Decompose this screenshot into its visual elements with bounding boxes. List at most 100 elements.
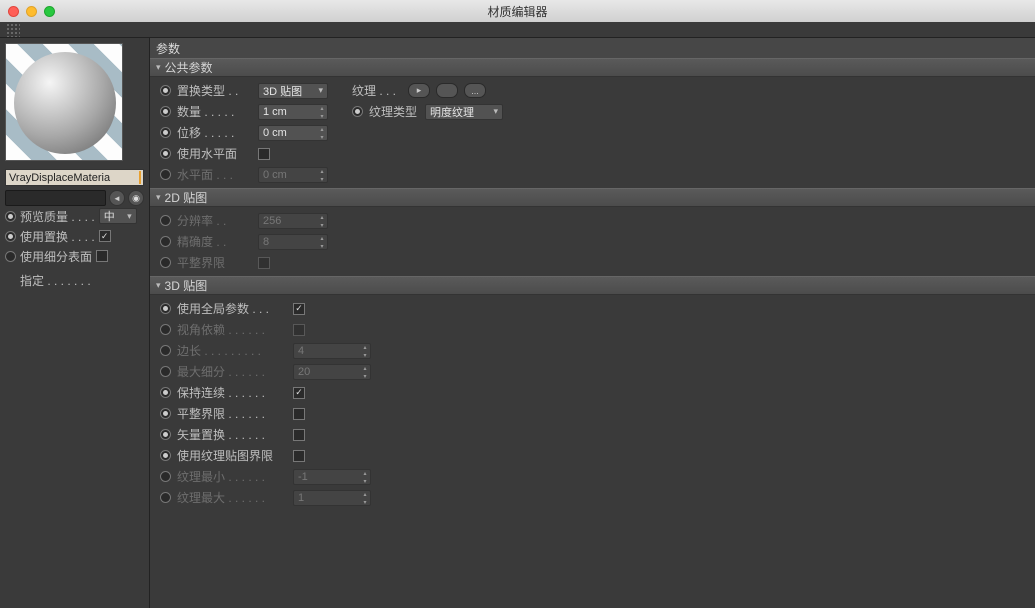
- precision-input: 8: [258, 234, 328, 250]
- preview-quality-radio[interactable]: [5, 211, 16, 222]
- tight-bounds-3d-label: 平整界限 . . . . . .: [177, 405, 287, 422]
- prev-button[interactable]: [109, 190, 125, 206]
- max-subdiv-radio: [160, 366, 171, 377]
- use-global-radio[interactable]: [160, 303, 171, 314]
- search-input[interactable]: [5, 190, 106, 206]
- use-subdiv-checkbox[interactable]: [96, 250, 108, 262]
- group-2d-title: 2D 贴图: [165, 189, 208, 206]
- water-level-input: 0 cm: [258, 167, 328, 183]
- use-displace-radio[interactable]: [5, 231, 16, 242]
- vector-disp-label: 矢量置换 . . . . . .: [177, 426, 287, 443]
- texture-browse-button[interactable]: [464, 83, 486, 98]
- amount-input[interactable]: 1 cm: [258, 104, 328, 120]
- material-name-input[interactable]: VrayDisplaceMateria: [5, 169, 144, 186]
- displace-type-radio[interactable]: [160, 85, 171, 96]
- texture-label: 纹理 . . .: [352, 82, 402, 99]
- spinner-icon: [317, 235, 327, 249]
- precision-label: 精确度 . .: [177, 233, 252, 250]
- keep-cont-checkbox[interactable]: [293, 387, 305, 399]
- max-subdiv-input: 20: [293, 364, 371, 380]
- spinner-icon: [317, 214, 327, 228]
- spinner-icon[interactable]: [317, 105, 327, 119]
- view-dep-checkbox: [293, 324, 305, 336]
- spinner-icon[interactable]: [317, 126, 327, 140]
- material-preview[interactable]: [5, 43, 123, 161]
- shift-value: 0 cm: [263, 127, 287, 139]
- use-tex-bounds-checkbox[interactable]: [293, 450, 305, 462]
- max-subdiv-value: 20: [298, 366, 310, 378]
- assign-label[interactable]: 指定 . . . . . . .: [0, 266, 149, 289]
- displace-type-dropdown[interactable]: 3D 贴图: [258, 83, 328, 99]
- tight-bounds-2d-radio: [160, 257, 171, 268]
- group-3d-title: 3D 贴图: [165, 277, 208, 294]
- panel-title: 参数: [150, 38, 1035, 58]
- titlebar: 材质编辑器: [0, 0, 1035, 22]
- shift-radio[interactable]: [160, 127, 171, 138]
- texture-arrow-button[interactable]: [408, 83, 430, 98]
- group-2d-body: 分辨率 . . 256 精确度 . . 8 平整界限: [150, 207, 1035, 276]
- edge-len-radio: [160, 345, 171, 356]
- use-displace-label: 使用置换 . . . .: [20, 228, 95, 245]
- keep-cont-radio[interactable]: [160, 387, 171, 398]
- water-level-value: 0 cm: [263, 169, 287, 181]
- use-tex-bounds-radio[interactable]: [160, 450, 171, 461]
- use-tex-bounds-label: 使用纹理贴图界限: [177, 447, 287, 464]
- keep-cont-label: 保持连续 . . . . . .: [177, 384, 287, 401]
- resolution-value: 256: [263, 215, 281, 227]
- water-level-radio[interactable]: [160, 169, 171, 180]
- spinner-icon: [360, 470, 370, 484]
- vector-disp-radio[interactable]: [160, 429, 171, 440]
- window-title: 材质编辑器: [0, 3, 1035, 20]
- edge-len-input: 4: [293, 343, 371, 359]
- use-displace-checkbox[interactable]: [99, 230, 111, 242]
- texture-none-button[interactable]: [436, 83, 458, 98]
- tex-min-radio: [160, 471, 171, 482]
- toolstrip: [0, 22, 1035, 38]
- use-water-checkbox[interactable]: [258, 148, 270, 160]
- group-common-header[interactable]: 公共参数: [150, 58, 1035, 77]
- tex-max-input: 1: [293, 490, 371, 506]
- amount-radio[interactable]: [160, 106, 171, 117]
- preview-sphere: [14, 52, 116, 154]
- spinner-icon: [360, 344, 370, 358]
- group-3d-header[interactable]: 3D 贴图: [150, 276, 1035, 295]
- tex-min-input: -1: [293, 469, 371, 485]
- tex-max-value: 1: [298, 492, 304, 504]
- shift-input[interactable]: 0 cm: [258, 125, 328, 141]
- edge-len-value: 4: [298, 345, 304, 357]
- tex-min-label: 纹理最小 . . . . . .: [177, 468, 287, 485]
- amount-label: 数量 . . . . .: [177, 103, 252, 120]
- spinner-icon: [360, 491, 370, 505]
- target-button[interactable]: [128, 190, 144, 206]
- displace-type-label: 置换类型 . .: [177, 82, 252, 99]
- tex-max-label: 纹理最大 . . . . . .: [177, 489, 287, 506]
- tex-type-dropdown[interactable]: 明度纹理: [425, 104, 503, 120]
- resolution-input: 256: [258, 213, 328, 229]
- vector-disp-checkbox[interactable]: [293, 429, 305, 441]
- use-water-radio[interactable]: [160, 148, 171, 159]
- use-global-label: 使用全局参数 . . .: [177, 300, 287, 317]
- tight-bounds-2d-label: 平整界限: [177, 254, 252, 271]
- tight-bounds-2d-checkbox: [258, 257, 270, 269]
- use-subdiv-label: 使用细分表面: [20, 248, 92, 265]
- shift-label: 位移 . . . . .: [177, 124, 252, 141]
- view-dep-radio: [160, 324, 171, 335]
- group-3d-body: 使用全局参数 . . . 视角依赖 . . . . . . 边长 . . . .…: [150, 295, 1035, 511]
- tex-type-radio[interactable]: [352, 106, 363, 117]
- use-water-label: 使用水平面: [177, 145, 252, 162]
- tex-max-radio: [160, 492, 171, 503]
- use-global-checkbox[interactable]: [293, 303, 305, 315]
- tex-min-value: -1: [298, 471, 308, 483]
- group-2d-header[interactable]: 2D 贴图: [150, 188, 1035, 207]
- preview-quality-dropdown[interactable]: 中: [99, 208, 137, 224]
- precision-radio: [160, 236, 171, 247]
- use-subdiv-radio[interactable]: [5, 251, 16, 262]
- spinner-icon: [317, 168, 327, 182]
- group-common-title: 公共参数: [165, 59, 213, 76]
- parameters-panel: 参数 公共参数 置换类型 . . 3D 贴图 纹理 . . . 数量 . . .…: [150, 38, 1035, 608]
- tex-type-label: 纹理类型: [369, 103, 419, 120]
- tight-bounds-3d-checkbox[interactable]: [293, 408, 305, 420]
- tight-bounds-3d-radio[interactable]: [160, 408, 171, 419]
- material-name-text: VrayDisplaceMateria: [9, 172, 110, 184]
- grid-icon[interactable]: [6, 23, 20, 37]
